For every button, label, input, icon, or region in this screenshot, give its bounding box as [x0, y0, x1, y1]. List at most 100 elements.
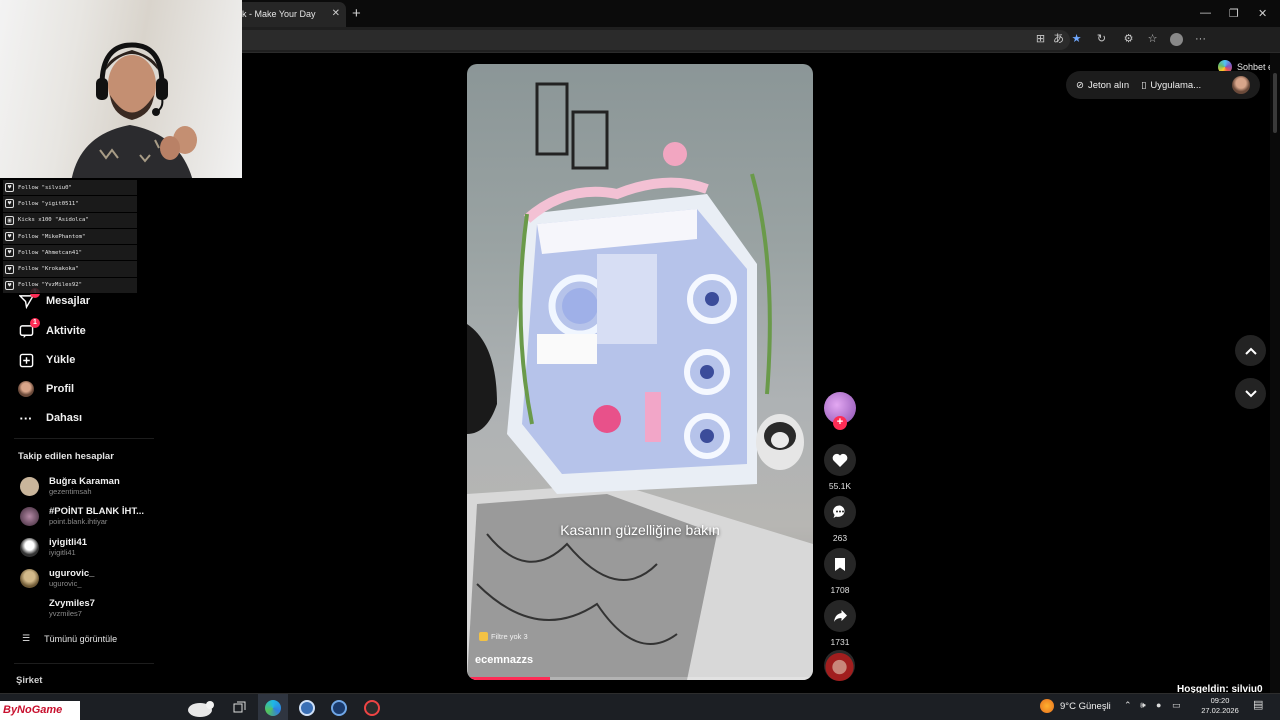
filter-tag[interactable]: Filtre yok 3 [479, 632, 528, 641]
sidebar-item-label: Profil [46, 383, 75, 395]
browser-tab[interactable]: k - Make Your Day ✕ [230, 2, 346, 27]
system-clock[interactable]: 09:20 27.02.2026 [1198, 696, 1242, 716]
video-player[interactable]: Kasanın güzelliğine bakın Filtre yok 3 e… [467, 64, 813, 680]
video-author[interactable]: ecemnazzs [475, 654, 533, 666]
account-name: #POİNT BLANK İHT... [49, 506, 145, 517]
favorite-star-icon[interactable]: ★ [1070, 33, 1083, 46]
user-avatar[interactable] [1232, 76, 1250, 94]
video-progress-bar[interactable] [467, 677, 813, 680]
sun-icon [1040, 699, 1054, 713]
next-video-button[interactable] [1235, 378, 1266, 409]
get-coins-button[interactable]: ⊘ Jeton alın [1076, 80, 1129, 91]
profile-avatar [18, 381, 34, 397]
alert-text: Kicks x100 "Asidolca" [18, 217, 89, 224]
follow-plus-icon[interactable]: + [833, 416, 847, 430]
weather-widget[interactable]: 9°C Güneşli [1040, 699, 1111, 713]
see-all-button[interactable]: ☰ Tümünü görüntüle [22, 633, 117, 644]
company-link[interactable]: Şirket [16, 675, 42, 686]
save-count: 1708 [830, 585, 850, 595]
filter-icon [479, 632, 488, 641]
address-bar[interactable] [150, 30, 1070, 50]
phone-icon: ▯ [1141, 79, 1147, 91]
following-account[interactable]: iyigitli41 iyigitli41 [20, 537, 87, 557]
save-button[interactable] [824, 548, 856, 580]
get-app-button[interactable]: ▯ Uygulama... [1141, 80, 1201, 91]
scrollbar-thumb[interactable] [1273, 73, 1277, 133]
share-icon [833, 610, 847, 622]
chevron-up-icon [1244, 347, 1257, 355]
tray-chevron-icon[interactable]: ⌃ [1124, 700, 1132, 711]
close-window-icon[interactable]: ✕ [1258, 7, 1267, 20]
screen: k - Make Your Day ✕ + — ❐ ✕ ⊞ あ ★ ↻ ⚙ ☆ … [0, 0, 1280, 720]
alert-line: ♥ Follow "MikePhantom" [3, 228, 137, 246]
top-right-actions: ⊘ Jeton alın ▯ Uygulama... [1066, 71, 1260, 99]
network-icon[interactable]: ▭ [1172, 700, 1181, 711]
steam-icon[interactable] [330, 699, 347, 716]
comment-button[interactable] [824, 496, 856, 528]
following-account[interactable]: #POİNT BLANK İHT... point.blank.ihtiyar [20, 506, 144, 526]
favorites-icon[interactable]: ☆ [1146, 33, 1159, 46]
clock-date: 27.02.2026 [1201, 706, 1239, 715]
refresh-icon[interactable]: ↻ [1095, 33, 1108, 46]
microphone-icon[interactable]: ● [1156, 700, 1161, 710]
creator-avatar[interactable]: + [824, 392, 856, 430]
account-name: Zvymiles7 [49, 598, 95, 609]
webcam-overlay [0, 0, 242, 178]
app-available-icon[interactable]: ⊞ [1034, 33, 1047, 46]
avatar [20, 506, 39, 526]
alert-line: ♥ Follow "YvzMiles92" [3, 277, 137, 295]
sidebar-item-label: Dahası [46, 412, 83, 424]
alert-line: ▣ Kicks x100 "Asidolca" [3, 212, 137, 229]
tab-title: k - Make Your Day [242, 9, 316, 19]
penguin-icon [178, 699, 222, 717]
notifications-icon[interactable]: ▤ [1253, 698, 1263, 711]
account-name: iyigitli41 [49, 537, 88, 548]
translate-icon[interactable]: あ [1052, 33, 1065, 46]
heart-icon [832, 453, 848, 467]
app-taskbar-icon[interactable] [298, 699, 315, 716]
following-account[interactable]: ugurovic_ ugurovic_ [20, 568, 94, 588]
extensions-icon[interactable]: ⚙ [1122, 33, 1135, 46]
comment-icon [833, 505, 845, 518]
alert-text: Follow "yigit0511" [18, 200, 79, 207]
obs-icon[interactable] [363, 699, 380, 716]
account-handle: yvzmiles7 [49, 609, 82, 618]
music-disc-icon[interactable] [824, 650, 855, 681]
close-tab-icon[interactable]: ✕ [332, 8, 340, 19]
sidebar-item-upload[interactable]: Yükle [18, 352, 75, 368]
account-handle: gezentimsah [49, 487, 92, 496]
sidebar-item-profile[interactable]: Profil [18, 381, 74, 397]
comment-count: 263 [832, 533, 848, 543]
activity-icon: 1 [18, 318, 40, 339]
sidebar-item-label: Aktivite [46, 325, 86, 337]
coin-icon: ⊘ [1076, 79, 1084, 91]
task-view-icon[interactable] [231, 699, 248, 716]
previous-video-button[interactable] [1235, 335, 1266, 366]
minimize-icon[interactable]: — [1200, 7, 1211, 19]
heart-icon: ♥ [5, 199, 14, 209]
edge-taskbar-icon[interactable] [258, 694, 288, 720]
notification-badge: 1 [30, 318, 40, 328]
following-title: Takip edilen hesaplar [18, 451, 114, 462]
sidebar-item-more[interactable]: ··· Dahası [18, 410, 83, 426]
restore-icon[interactable]: ❐ [1229, 7, 1239, 20]
new-tab-button[interactable]: + [352, 5, 361, 22]
like-button[interactable] [824, 444, 856, 476]
streamer-image [71, 42, 197, 178]
video-frame [467, 82, 813, 680]
divider [14, 438, 154, 439]
profile-icon[interactable] [1170, 33, 1183, 46]
heart-icon: ♥ [5, 248, 14, 258]
sidebar-item-messages[interactable]: 1 Mesajlar [18, 288, 90, 309]
sidebar-item-activity[interactable]: 1 Aktivite [18, 318, 86, 339]
weather-label: 9°C Güneşli [1060, 700, 1111, 712]
volume-icon[interactable]: 🕪 [1140, 700, 1146, 711]
following-account[interactable]: Buğra Karaman gezentimsah [20, 476, 120, 496]
heart-icon: ♥ [5, 264, 14, 274]
sidebar-item-label: Yükle [46, 354, 76, 366]
page-scrollbar[interactable] [1270, 53, 1280, 693]
following-account[interactable]: Zvymiles7 yvzmiles7 [20, 598, 95, 618]
share-button[interactable] [824, 600, 856, 632]
more-options-icon[interactable]: ··· [1194, 33, 1207, 46]
heart-icon: ♥ [5, 280, 14, 290]
